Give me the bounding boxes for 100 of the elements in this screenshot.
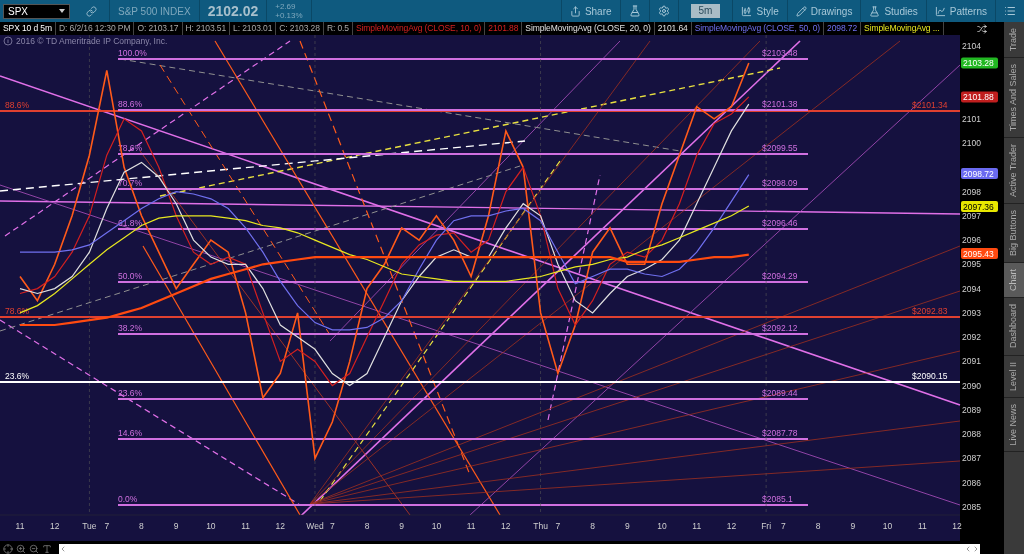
price-badge: 2101.88 xyxy=(961,91,998,103)
price-axis-label: 2095 xyxy=(962,259,981,270)
time-axis-label: 10 xyxy=(882,521,893,531)
time-axis-label: 7 xyxy=(555,521,561,531)
time-axis-label: 12 xyxy=(275,521,285,531)
fibonacci-price-label: $2092.12 xyxy=(762,323,798,334)
price-axis-label: 2100 xyxy=(962,138,981,149)
last-price: 2102.02 xyxy=(207,1,259,21)
fibonacci-price-label: $2092.83 xyxy=(912,306,948,316)
time-axis-label: 8 xyxy=(815,521,821,531)
time-axis-label: 8 xyxy=(364,521,370,531)
scroll-left-icon[interactable] xyxy=(964,544,972,553)
fibonacci-price-label: $2099.55 xyxy=(762,142,798,153)
fibonacci-price-label: $2094.29 xyxy=(762,270,798,281)
fibonacci-percent-label: 50.0% xyxy=(118,270,143,281)
instrument-name: S&P 500 INDEX xyxy=(118,4,191,19)
time-axis-label: Tue xyxy=(82,521,97,531)
time-axis-label: Wed xyxy=(306,521,324,531)
flask-icon xyxy=(869,5,881,17)
price-axis-label: 2092 xyxy=(962,332,981,343)
price-axis-label: 2088 xyxy=(962,429,981,440)
time-axis-label: 12 xyxy=(501,521,511,531)
fibonacci-percent-label: 38.2% xyxy=(118,323,143,334)
net-change: +2.69 xyxy=(275,2,297,11)
fibonacci-price-label: $2101.38 xyxy=(762,98,798,109)
copyright-text: 2016 © TD Ameritrade IP Company, Inc. xyxy=(16,36,168,46)
time-axis-label: Fri xyxy=(761,521,772,531)
time-axis-label: 11 xyxy=(917,521,927,531)
side-tab[interactable]: Chart xyxy=(1004,263,1024,299)
pencil-icon xyxy=(795,5,807,17)
fibonacci-percent-label: 23.6% xyxy=(5,371,30,381)
horizontal-scrollbar[interactable] xyxy=(59,543,980,554)
fibonacci-price-label: $2085.1 xyxy=(762,493,793,504)
price-axis-label: 2085 xyxy=(962,501,981,512)
price-axis-label: 2086 xyxy=(962,477,981,488)
time-axis-label: 9 xyxy=(399,521,405,531)
fibonacci-percent-label: 88.6% xyxy=(118,98,143,109)
fibonacci-price-label: $2098.09 xyxy=(762,178,798,189)
share-icon xyxy=(569,5,581,17)
fibonacci-price-label: $2101.34 xyxy=(912,99,948,110)
info-icon xyxy=(3,36,13,46)
flask-icon[interactable] xyxy=(628,5,641,17)
price-axis-label: 2098 xyxy=(962,186,981,197)
time-axis-label: 10 xyxy=(206,521,216,531)
chart-icon xyxy=(934,5,946,17)
time-axis-label: 11 xyxy=(466,521,476,531)
time-axis-label: 10 xyxy=(657,521,667,531)
price-badge: 2095.43 xyxy=(961,247,998,259)
price-axis-label: 2093 xyxy=(962,307,981,318)
time-axis-label: 9 xyxy=(624,521,630,531)
time-axis-label: 7 xyxy=(104,521,110,531)
time-axis-label: 8 xyxy=(590,521,595,531)
zoom-in-icon[interactable] xyxy=(16,543,26,554)
interval-button[interactable]: 5m xyxy=(690,4,721,18)
gear-icon[interactable] xyxy=(657,5,670,17)
symbol-field[interactable]: SPX xyxy=(3,3,70,19)
price-badge: 2098.72 xyxy=(961,168,998,180)
price-badge: 2097.36 xyxy=(961,201,998,213)
fibonacci-percent-label: 23.6% xyxy=(118,388,143,399)
fibonacci-percent-label: 100.0% xyxy=(118,47,147,58)
fibonacci-price-label: $2096.46 xyxy=(762,217,798,228)
fibonacci-price-label: $2090.15 xyxy=(912,371,948,381)
price-axis-label: 2094 xyxy=(962,283,981,294)
price-axis-label: 2097 xyxy=(962,210,981,221)
time-axis-label: 12 xyxy=(952,521,962,531)
fibonacci-percent-label: 78.6% xyxy=(5,306,30,316)
fibonacci-percent-label: 0.0% xyxy=(118,493,138,504)
price-axis-label: 2101 xyxy=(962,113,981,124)
fibonacci-price-label: $2087.78 xyxy=(762,428,798,439)
time-axis-label: 11 xyxy=(241,521,250,531)
caret-icon xyxy=(59,9,65,13)
fibonacci-percent-label: 14.6% xyxy=(118,428,143,439)
time-axis-label: 9 xyxy=(850,521,856,531)
text-icon[interactable] xyxy=(42,543,52,554)
time-axis-label: 12 xyxy=(49,521,60,531)
time-axis-label: 9 xyxy=(173,521,179,531)
price-axis-label: 2104 xyxy=(962,41,981,51)
time-axis-label: 7 xyxy=(329,521,335,531)
scroll-right-icon[interactable] xyxy=(972,544,980,553)
price-axis-label: 2096 xyxy=(962,235,981,246)
time-axis-label: Thu xyxy=(533,521,548,531)
price-axis-label: 2087 xyxy=(962,453,981,464)
time-axis-label: 11 xyxy=(692,521,702,531)
price-axis-label: 2090 xyxy=(962,380,981,391)
price-badge: 2103.28 xyxy=(961,57,998,69)
sync-icon[interactable] xyxy=(977,23,987,34)
price-axis-label: 2091 xyxy=(962,356,981,367)
scroll-left-icon[interactable] xyxy=(59,544,67,553)
time-axis-label: 11 xyxy=(15,521,25,531)
candlestick-icon xyxy=(741,5,753,17)
percent-change: +0.13% xyxy=(275,11,303,20)
time-axis-label: 12 xyxy=(726,521,737,531)
time-axis-label: 7 xyxy=(781,521,786,531)
link-icon[interactable] xyxy=(86,5,97,17)
time-axis-label: 10 xyxy=(431,521,442,531)
time-axis-label: 8 xyxy=(139,521,144,531)
zoom-out-icon[interactable] xyxy=(29,543,39,554)
crosshair-icon[interactable] xyxy=(3,543,13,554)
list-icon[interactable] xyxy=(1004,5,1016,17)
fibonacci-percent-label: 88.6% xyxy=(5,99,30,110)
